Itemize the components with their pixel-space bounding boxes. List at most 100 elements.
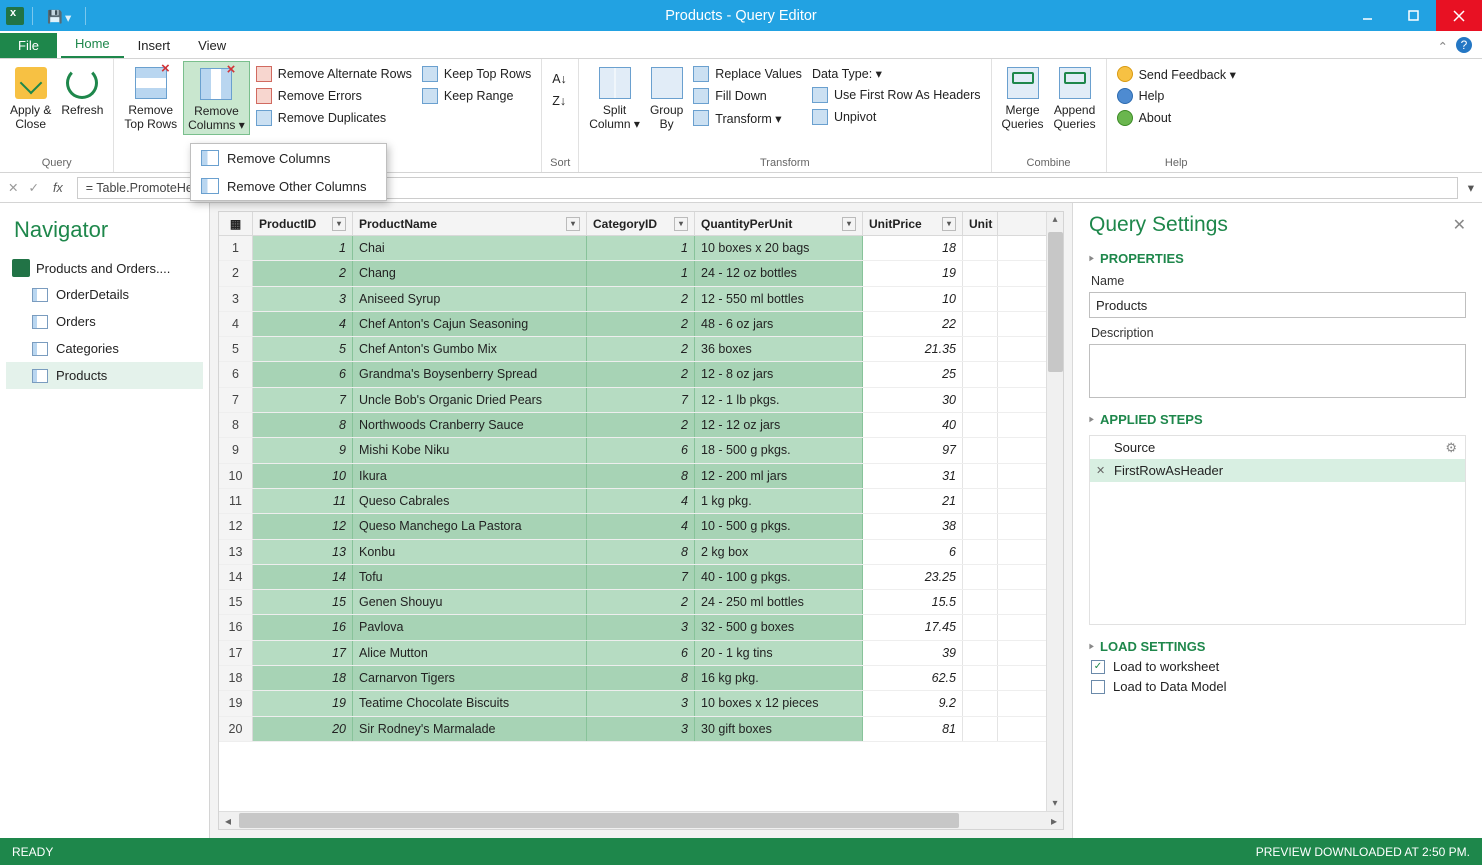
cell-qtyperunit[interactable]: 48 - 6 oz jars — [695, 312, 863, 336]
cell-unitprice[interactable]: 9.2 — [863, 691, 963, 715]
cell-qtyperunit[interactable]: 20 - 1 kg tins — [695, 641, 863, 665]
cell-categoryid[interactable]: 1 — [587, 261, 695, 285]
cell-productid[interactable]: 18 — [253, 666, 353, 690]
cell-categoryid[interactable]: 3 — [587, 691, 695, 715]
cell-productid[interactable]: 16 — [253, 615, 353, 639]
cell-categoryid[interactable]: 8 — [587, 540, 695, 564]
cell-unit[interactable] — [963, 388, 998, 412]
cell-unitprice[interactable]: 31 — [863, 464, 963, 488]
cell-categoryid[interactable]: 4 — [587, 489, 695, 513]
cell-productname[interactable]: Chang — [353, 261, 587, 285]
cell-categoryid[interactable]: 7 — [587, 565, 695, 589]
table-row[interactable]: 1919Teatime Chocolate Biscuits310 boxes … — [219, 691, 1063, 716]
cell-categoryid[interactable]: 2 — [587, 337, 695, 361]
cell-unitprice[interactable]: 19 — [863, 261, 963, 285]
load-datamodel-checkbox[interactable]: Load to Data Model — [1091, 679, 1464, 694]
cell-qtyperunit[interactable]: 30 gift boxes — [695, 717, 863, 741]
cell-qtyperunit[interactable]: 24 - 12 oz bottles — [695, 261, 863, 285]
cell-productname[interactable]: Mishi Kobe Niku — [353, 438, 587, 462]
cell-unitprice[interactable]: 18 — [863, 236, 963, 260]
cell-qtyperunit[interactable]: 40 - 100 g pkgs. — [695, 565, 863, 589]
cell-productname[interactable]: Chef Anton's Cajun Seasoning — [353, 312, 587, 336]
cell-unitprice[interactable]: 15.5 — [863, 590, 963, 614]
cell-productid[interactable]: 11 — [253, 489, 353, 513]
cell-unit[interactable] — [963, 717, 998, 741]
table-row[interactable]: 1717Alice Mutton620 - 1 kg tins39 — [219, 641, 1063, 666]
cell-unitprice[interactable]: 39 — [863, 641, 963, 665]
description-input[interactable] — [1089, 344, 1466, 398]
load-settings-header[interactable]: LOAD SETTINGS — [1089, 639, 1466, 654]
dropdown-remove-other-columns[interactable]: Remove Other Columns — [191, 172, 386, 200]
cell-qtyperunit[interactable]: 12 - 12 oz jars — [695, 413, 863, 437]
cell-productname[interactable]: Konbu — [353, 540, 587, 564]
table-row[interactable]: 1111Queso Cabrales41 kg pkg.21 — [219, 489, 1063, 514]
send-feedback-button[interactable]: Send Feedback ▾ — [1113, 65, 1240, 83]
cell-unit[interactable] — [963, 438, 998, 462]
table-row[interactable]: 1616Pavlova332 - 500 g boxes17.45 — [219, 615, 1063, 640]
cell-unit[interactable] — [963, 615, 998, 639]
cell-categoryid[interactable]: 4 — [587, 514, 695, 538]
applied-steps-header[interactable]: APPLIED STEPS — [1089, 412, 1466, 427]
cell-unit[interactable] — [963, 565, 998, 589]
cell-productname[interactable]: Sir Rodney's Marmalade — [353, 717, 587, 741]
column-header-productid[interactable]: ProductID▾ — [253, 212, 353, 235]
cell-productid[interactable]: 14 — [253, 565, 353, 589]
fill-down-button[interactable]: Fill Down — [689, 87, 806, 105]
cell-productname[interactable]: Northwoods Cranberry Sauce — [353, 413, 587, 437]
cell-productname[interactable]: Pavlova — [353, 615, 587, 639]
vertical-scrollbar[interactable]: ▴▾ — [1046, 212, 1063, 811]
tab-insert[interactable]: Insert — [124, 33, 185, 58]
cell-unit[interactable] — [963, 666, 998, 690]
table-row[interactable]: 33Aniseed Syrup212 - 550 ml bottles10 — [219, 287, 1063, 312]
cell-productname[interactable]: Grandma's Boysenberry Spread — [353, 362, 587, 386]
cell-productid[interactable]: 13 — [253, 540, 353, 564]
cell-unit[interactable] — [963, 464, 998, 488]
cell-unitprice[interactable]: 21.35 — [863, 337, 963, 361]
column-header-productname[interactable]: ProductName▾ — [353, 212, 587, 235]
cell-qtyperunit[interactable]: 12 - 8 oz jars — [695, 362, 863, 386]
cell-categoryid[interactable]: 2 — [587, 362, 695, 386]
close-pane-icon[interactable]: ✕ — [1453, 215, 1466, 235]
close-button[interactable] — [1436, 0, 1482, 31]
cell-unitprice[interactable]: 17.45 — [863, 615, 963, 639]
cell-unit[interactable] — [963, 590, 998, 614]
cell-qtyperunit[interactable]: 10 boxes x 12 pieces — [695, 691, 863, 715]
horizontal-scrollbar[interactable]: ◂▸ — [219, 811, 1063, 829]
cell-productid[interactable]: 1 — [253, 236, 353, 260]
table-row[interactable]: 1313Konbu82 kg box6 — [219, 540, 1063, 565]
cell-categoryid[interactable]: 8 — [587, 464, 695, 488]
cell-categoryid[interactable]: 3 — [587, 717, 695, 741]
about-button[interactable]: About — [1113, 109, 1240, 127]
cell-unit[interactable] — [963, 514, 998, 538]
cell-productname[interactable]: Queso Manchego La Pastora — [353, 514, 587, 538]
cell-qtyperunit[interactable]: 12 - 550 ml bottles — [695, 287, 863, 311]
cell-productname[interactable]: Teatime Chocolate Biscuits — [353, 691, 587, 715]
cell-productname[interactable]: Ikura — [353, 464, 587, 488]
cell-unitprice[interactable]: 30 — [863, 388, 963, 412]
cell-productid[interactable]: 17 — [253, 641, 353, 665]
cell-unitprice[interactable]: 81 — [863, 717, 963, 741]
cell-productid[interactable]: 2 — [253, 261, 353, 285]
remove-top-rows-button[interactable]: Remove Top Rows — [120, 61, 181, 133]
cell-categoryid[interactable]: 2 — [587, 413, 695, 437]
cell-unitprice[interactable]: 25 — [863, 362, 963, 386]
cell-categoryid[interactable]: 7 — [587, 388, 695, 412]
cell-unit[interactable] — [963, 287, 998, 311]
name-input[interactable]: Products — [1089, 292, 1466, 318]
table-row[interactable]: 1818Carnarvon Tigers816 kg pkg.62.5 — [219, 666, 1063, 691]
table-row[interactable]: 55Chef Anton's Gumbo Mix236 boxes21.35 — [219, 337, 1063, 362]
cell-unitprice[interactable]: 22 — [863, 312, 963, 336]
fx-icon[interactable]: fx — [49, 181, 67, 195]
cell-unitprice[interactable]: 62.5 — [863, 666, 963, 690]
step-source[interactable]: Source — [1090, 436, 1465, 459]
cell-productid[interactable]: 12 — [253, 514, 353, 538]
cell-unit[interactable] — [963, 413, 998, 437]
cell-productname[interactable]: Carnarvon Tigers — [353, 666, 587, 690]
cell-unit[interactable] — [963, 641, 998, 665]
cell-productname[interactable]: Chef Anton's Gumbo Mix — [353, 337, 587, 361]
split-column-button[interactable]: Split Column ▾ — [585, 61, 644, 133]
cell-unit[interactable] — [963, 312, 998, 336]
cell-productid[interactable]: 3 — [253, 287, 353, 311]
cell-qtyperunit[interactable]: 36 boxes — [695, 337, 863, 361]
cell-productname[interactable]: Queso Cabrales — [353, 489, 587, 513]
